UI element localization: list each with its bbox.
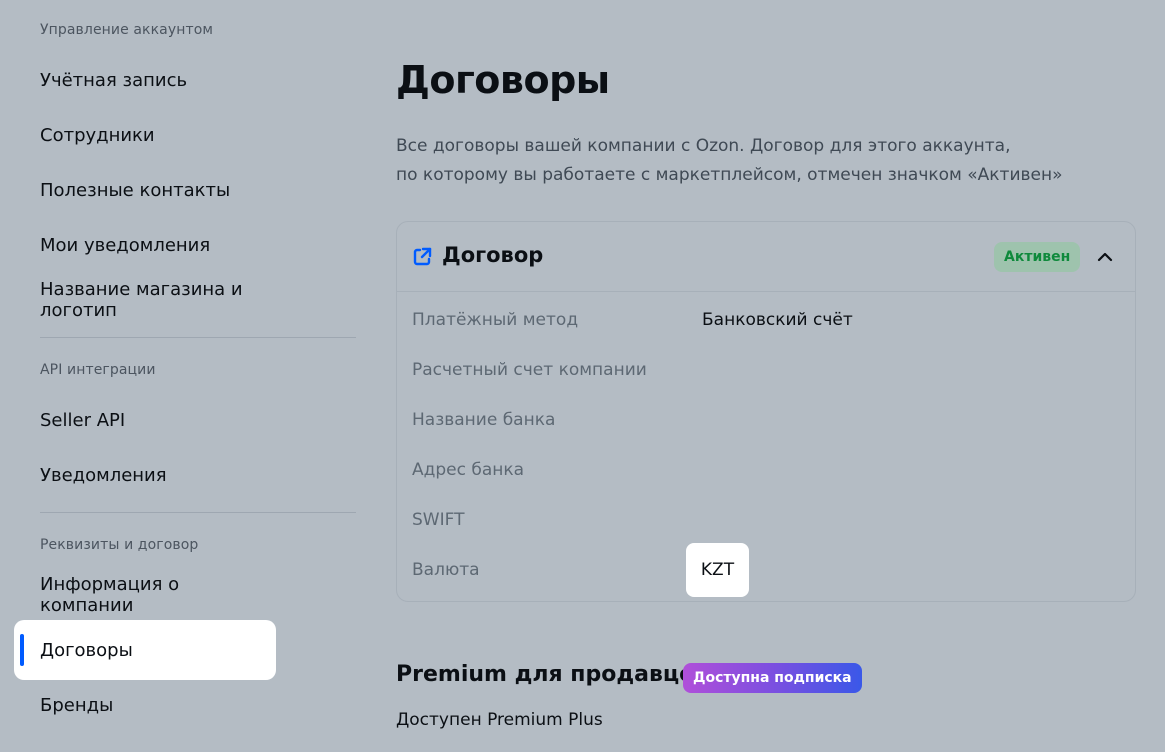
section-title-api: API интеграции xyxy=(40,362,156,378)
field-value-currency: KZT xyxy=(686,543,749,597)
sidebar-item-contracts[interactable]: Договоры xyxy=(14,620,276,680)
field-label-payment-method: Платёжный метод xyxy=(412,310,579,330)
field-label-bank-address: Адрес банка xyxy=(412,460,525,480)
description-line: Все договоры вашей компании с Ozon. Дого… xyxy=(396,136,1011,156)
sidebar-item-employees[interactable]: Сотрудники xyxy=(14,105,276,165)
sidebar-item-account[interactable]: Учётная запись xyxy=(14,50,276,110)
sidebar: Управление аккаунтом Учётная запись Сотр… xyxy=(0,0,370,752)
sidebar-divider xyxy=(40,512,356,513)
description-line: по которому вы работаете с маркетплейсом… xyxy=(396,165,1063,185)
section-title-requisites: Реквизиты и договор xyxy=(40,537,199,553)
field-label-swift: SWIFT xyxy=(412,510,465,530)
page-title: Договоры xyxy=(396,58,610,102)
field-value-payment-method: Банковский счёт xyxy=(702,310,853,330)
sidebar-item-label: Договоры xyxy=(40,639,133,661)
status-badge: Активен xyxy=(994,242,1081,272)
sidebar-item-useful-contacts[interactable]: Полезные контакты xyxy=(14,160,276,220)
contract-title[interactable]: Договор xyxy=(442,243,543,267)
section-title-account: Управление аккаунтом xyxy=(40,22,214,38)
contract-card: Договор Активен Платёжный метод Банковск… xyxy=(396,221,1136,602)
sidebar-item-store-name-logo[interactable]: Название магазина и логотип xyxy=(14,270,276,330)
external-link-icon[interactable] xyxy=(411,246,433,268)
premium-title: Premium для продавцов xyxy=(396,662,709,687)
sidebar-item-company-info[interactable]: Информация о компании xyxy=(14,565,276,625)
page-description: Все договоры вашей компании с Ozon. Дого… xyxy=(396,132,1096,190)
sidebar-item-notifications[interactable]: Мои уведомления xyxy=(14,215,276,275)
subscription-badge[interactable]: Доступна подписка xyxy=(683,663,862,693)
sidebar-item-brands[interactable]: Бренды xyxy=(14,675,276,735)
contract-card-header[interactable]: Договор Активен xyxy=(397,222,1135,292)
chevron-up-icon[interactable] xyxy=(1093,245,1117,269)
active-indicator xyxy=(20,634,24,666)
field-label-currency: Валюта xyxy=(412,560,480,580)
field-label-bank-name: Название банка xyxy=(412,410,556,430)
premium-subtitle: Доступен Premium Plus xyxy=(396,710,603,730)
field-label-account-number: Расчетный счет компании xyxy=(412,360,647,380)
sidebar-item-seller-api[interactable]: Seller API xyxy=(14,390,276,450)
sidebar-item-api-notifications[interactable]: Уведомления xyxy=(14,445,276,505)
sidebar-divider xyxy=(40,337,356,338)
